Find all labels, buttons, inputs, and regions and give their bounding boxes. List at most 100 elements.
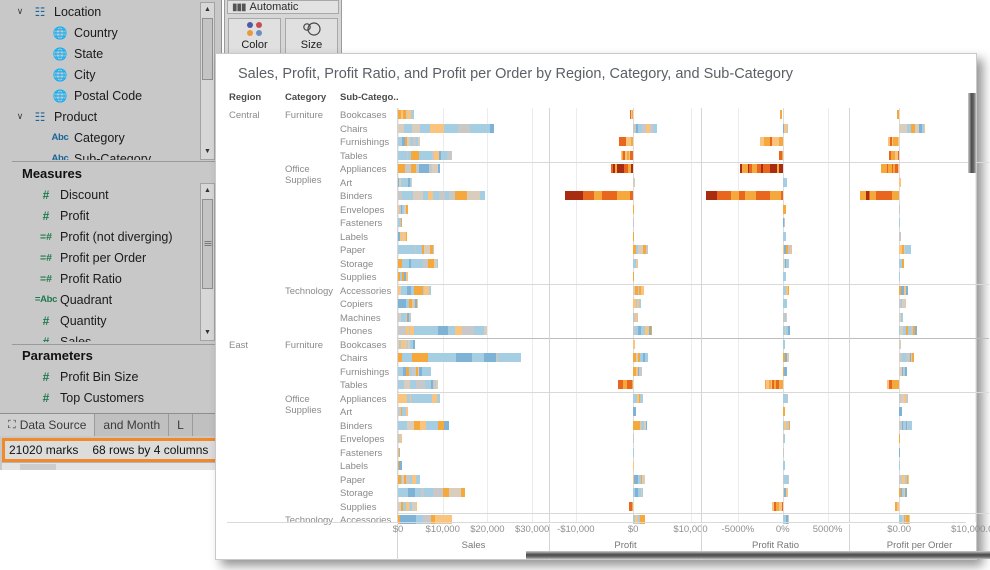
scroll-thumb[interactable] (20, 464, 56, 470)
bar-mark[interactable] (398, 164, 441, 173)
bar-mark[interactable] (633, 474, 645, 484)
row-header-sub-category[interactable]: Tables (340, 151, 367, 162)
bar-mark[interactable] (782, 312, 787, 322)
row-header-category[interactable]: Office Supplies (285, 164, 321, 186)
bar-mark[interactable] (779, 150, 783, 160)
bar-mark[interactable] (782, 488, 788, 497)
bar-mark[interactable] (782, 420, 790, 430)
bar-mark[interactable] (633, 245, 648, 254)
bar-mark[interactable] (633, 299, 642, 308)
row-header-sub-category[interactable]: Labels (340, 461, 368, 472)
bar-mark[interactable] (782, 177, 788, 187)
bar-mark[interactable] (398, 312, 412, 322)
viz-vertical-scrollbar[interactable] (968, 93, 976, 173)
row-header-category[interactable]: Furniture (285, 110, 323, 121)
bar-mark[interactable] (617, 380, 634, 389)
dimensions-tree[interactable]: ∨ ☷ Location 🌐 Country 🌐 State 🌐 City 🌐 Postal Cod… (6, 0, 221, 161)
chart-panes[interactable] (397, 108, 989, 524)
dimensions-scrollbar[interactable]: ▲ ▼ (200, 2, 215, 160)
bar-mark[interactable] (899, 407, 902, 416)
row-header-sub-category[interactable]: Chairs (340, 124, 367, 135)
bar-mark[interactable] (633, 123, 658, 133)
chart-pane-profit-ratio[interactable] (701, 108, 849, 524)
row-header-region[interactable]: Central (229, 110, 260, 121)
dimension-category[interactable]: Abc Category (6, 127, 221, 148)
bar-mark[interactable] (899, 339, 901, 349)
row-header-sub-category[interactable]: Paper (340, 475, 365, 486)
bar-mark[interactable] (782, 326, 791, 335)
bar-mark[interactable] (629, 110, 634, 119)
bar-mark[interactable] (633, 285, 645, 295)
dimension-state[interactable]: 🌐 State (6, 43, 221, 64)
dimension-city[interactable]: 🌐 City (6, 64, 221, 85)
scroll-thumb[interactable] (202, 199, 213, 289)
measure-quantity[interactable]: # Quantity (12, 310, 221, 331)
bar-mark[interactable] (398, 447, 400, 457)
bar-mark[interactable] (895, 501, 900, 511)
bar-mark[interactable] (782, 366, 788, 376)
bar-mark[interactable] (633, 258, 639, 268)
tab-l[interactable]: L (169, 414, 193, 436)
row-header-sub-category[interactable]: Appliances (340, 164, 386, 175)
bar-mark[interactable] (633, 420, 648, 430)
bar-mark[interactable] (887, 380, 900, 389)
bar-mark[interactable] (782, 272, 787, 281)
bar-mark[interactable] (899, 447, 901, 457)
bar-mark[interactable] (782, 258, 789, 268)
bar-mark[interactable] (887, 137, 899, 146)
bar-mark[interactable] (899, 461, 901, 470)
axis-title[interactable]: Profit Ratio (752, 540, 799, 551)
dimension-postal-code[interactable]: 🌐 Postal Code (6, 85, 221, 106)
measure-profit-ratio[interactable]: =# Profit Ratio (12, 268, 221, 289)
axis-title[interactable]: Profit per Order (887, 540, 952, 551)
row-header-region[interactable]: East (229, 340, 248, 351)
parameters-list[interactable]: # Profit Bin Size # Top Customers (12, 366, 221, 412)
bar-mark[interactable] (398, 366, 432, 376)
bar-mark[interactable] (398, 110, 414, 119)
row-header-sub-category[interactable]: Appliances (340, 394, 386, 405)
measure-discount[interactable]: # Discount (12, 184, 221, 205)
bar-mark[interactable] (633, 339, 636, 349)
bar-mark[interactable] (782, 339, 785, 349)
bar-mark[interactable] (782, 393, 789, 403)
row-header-sub-category[interactable]: Supplies (340, 502, 376, 513)
bar-mark[interactable] (782, 231, 787, 241)
bar-mark[interactable] (633, 366, 643, 376)
dimension-location[interactable]: ∨ ☷ Location (6, 1, 221, 22)
scroll-thumb[interactable] (202, 18, 213, 80)
bar-mark[interactable] (398, 326, 488, 335)
row-header-sub-category[interactable]: Fasteners (340, 218, 382, 229)
bar-mark[interactable] (629, 501, 634, 511)
chart-pane-profit[interactable] (549, 108, 701, 524)
scroll-down-arrow[interactable]: ▼ (201, 145, 214, 159)
bar-mark[interactable] (398, 339, 415, 349)
row-header-sub-category[interactable]: Art (340, 178, 352, 189)
bar-mark[interactable] (633, 218, 635, 227)
bar-mark[interactable] (782, 285, 789, 295)
bar-mark[interactable] (633, 434, 635, 443)
row-header-sub-category[interactable]: Envelopes (340, 205, 384, 216)
bar-mark[interactable] (881, 164, 900, 173)
row-header-sub-category[interactable]: Bookcases (340, 110, 386, 121)
bar-mark[interactable] (398, 218, 402, 227)
bar-mark[interactable] (398, 123, 495, 133)
bar-mark[interactable] (398, 461, 402, 470)
row-header-sub-category[interactable]: Storage (340, 488, 373, 499)
viz-window[interactable]: Sales, Profit, Profit Ratio, and Profit … (215, 53, 990, 560)
viz-horizontal-scrollbar[interactable] (526, 551, 990, 559)
mark-type-selector[interactable]: ▮▮▮ Automatic (227, 0, 339, 14)
bar-mark[interactable] (896, 110, 900, 119)
bar-mark[interactable] (633, 326, 652, 335)
row-header-sub-category[interactable]: Storage (340, 259, 373, 270)
dimension-product[interactable]: ∨ ☷ Product (6, 106, 221, 127)
marks-card[interactable]: ▮▮▮ Automatic Color Size (224, 0, 342, 55)
bar-mark[interactable] (782, 299, 787, 308)
bar-mark[interactable] (782, 204, 787, 214)
bar-mark[interactable] (398, 272, 408, 281)
row-header-sub-category[interactable]: Binders (340, 191, 372, 202)
bar-mark[interactable] (780, 110, 783, 119)
bar-mark[interactable] (899, 420, 912, 430)
row-header-sub-category[interactable]: Paper (340, 245, 365, 256)
measure-quadrant[interactable]: =Abc Quadrant (12, 289, 221, 310)
scroll-down-arrow[interactable]: ▼ (201, 326, 214, 340)
